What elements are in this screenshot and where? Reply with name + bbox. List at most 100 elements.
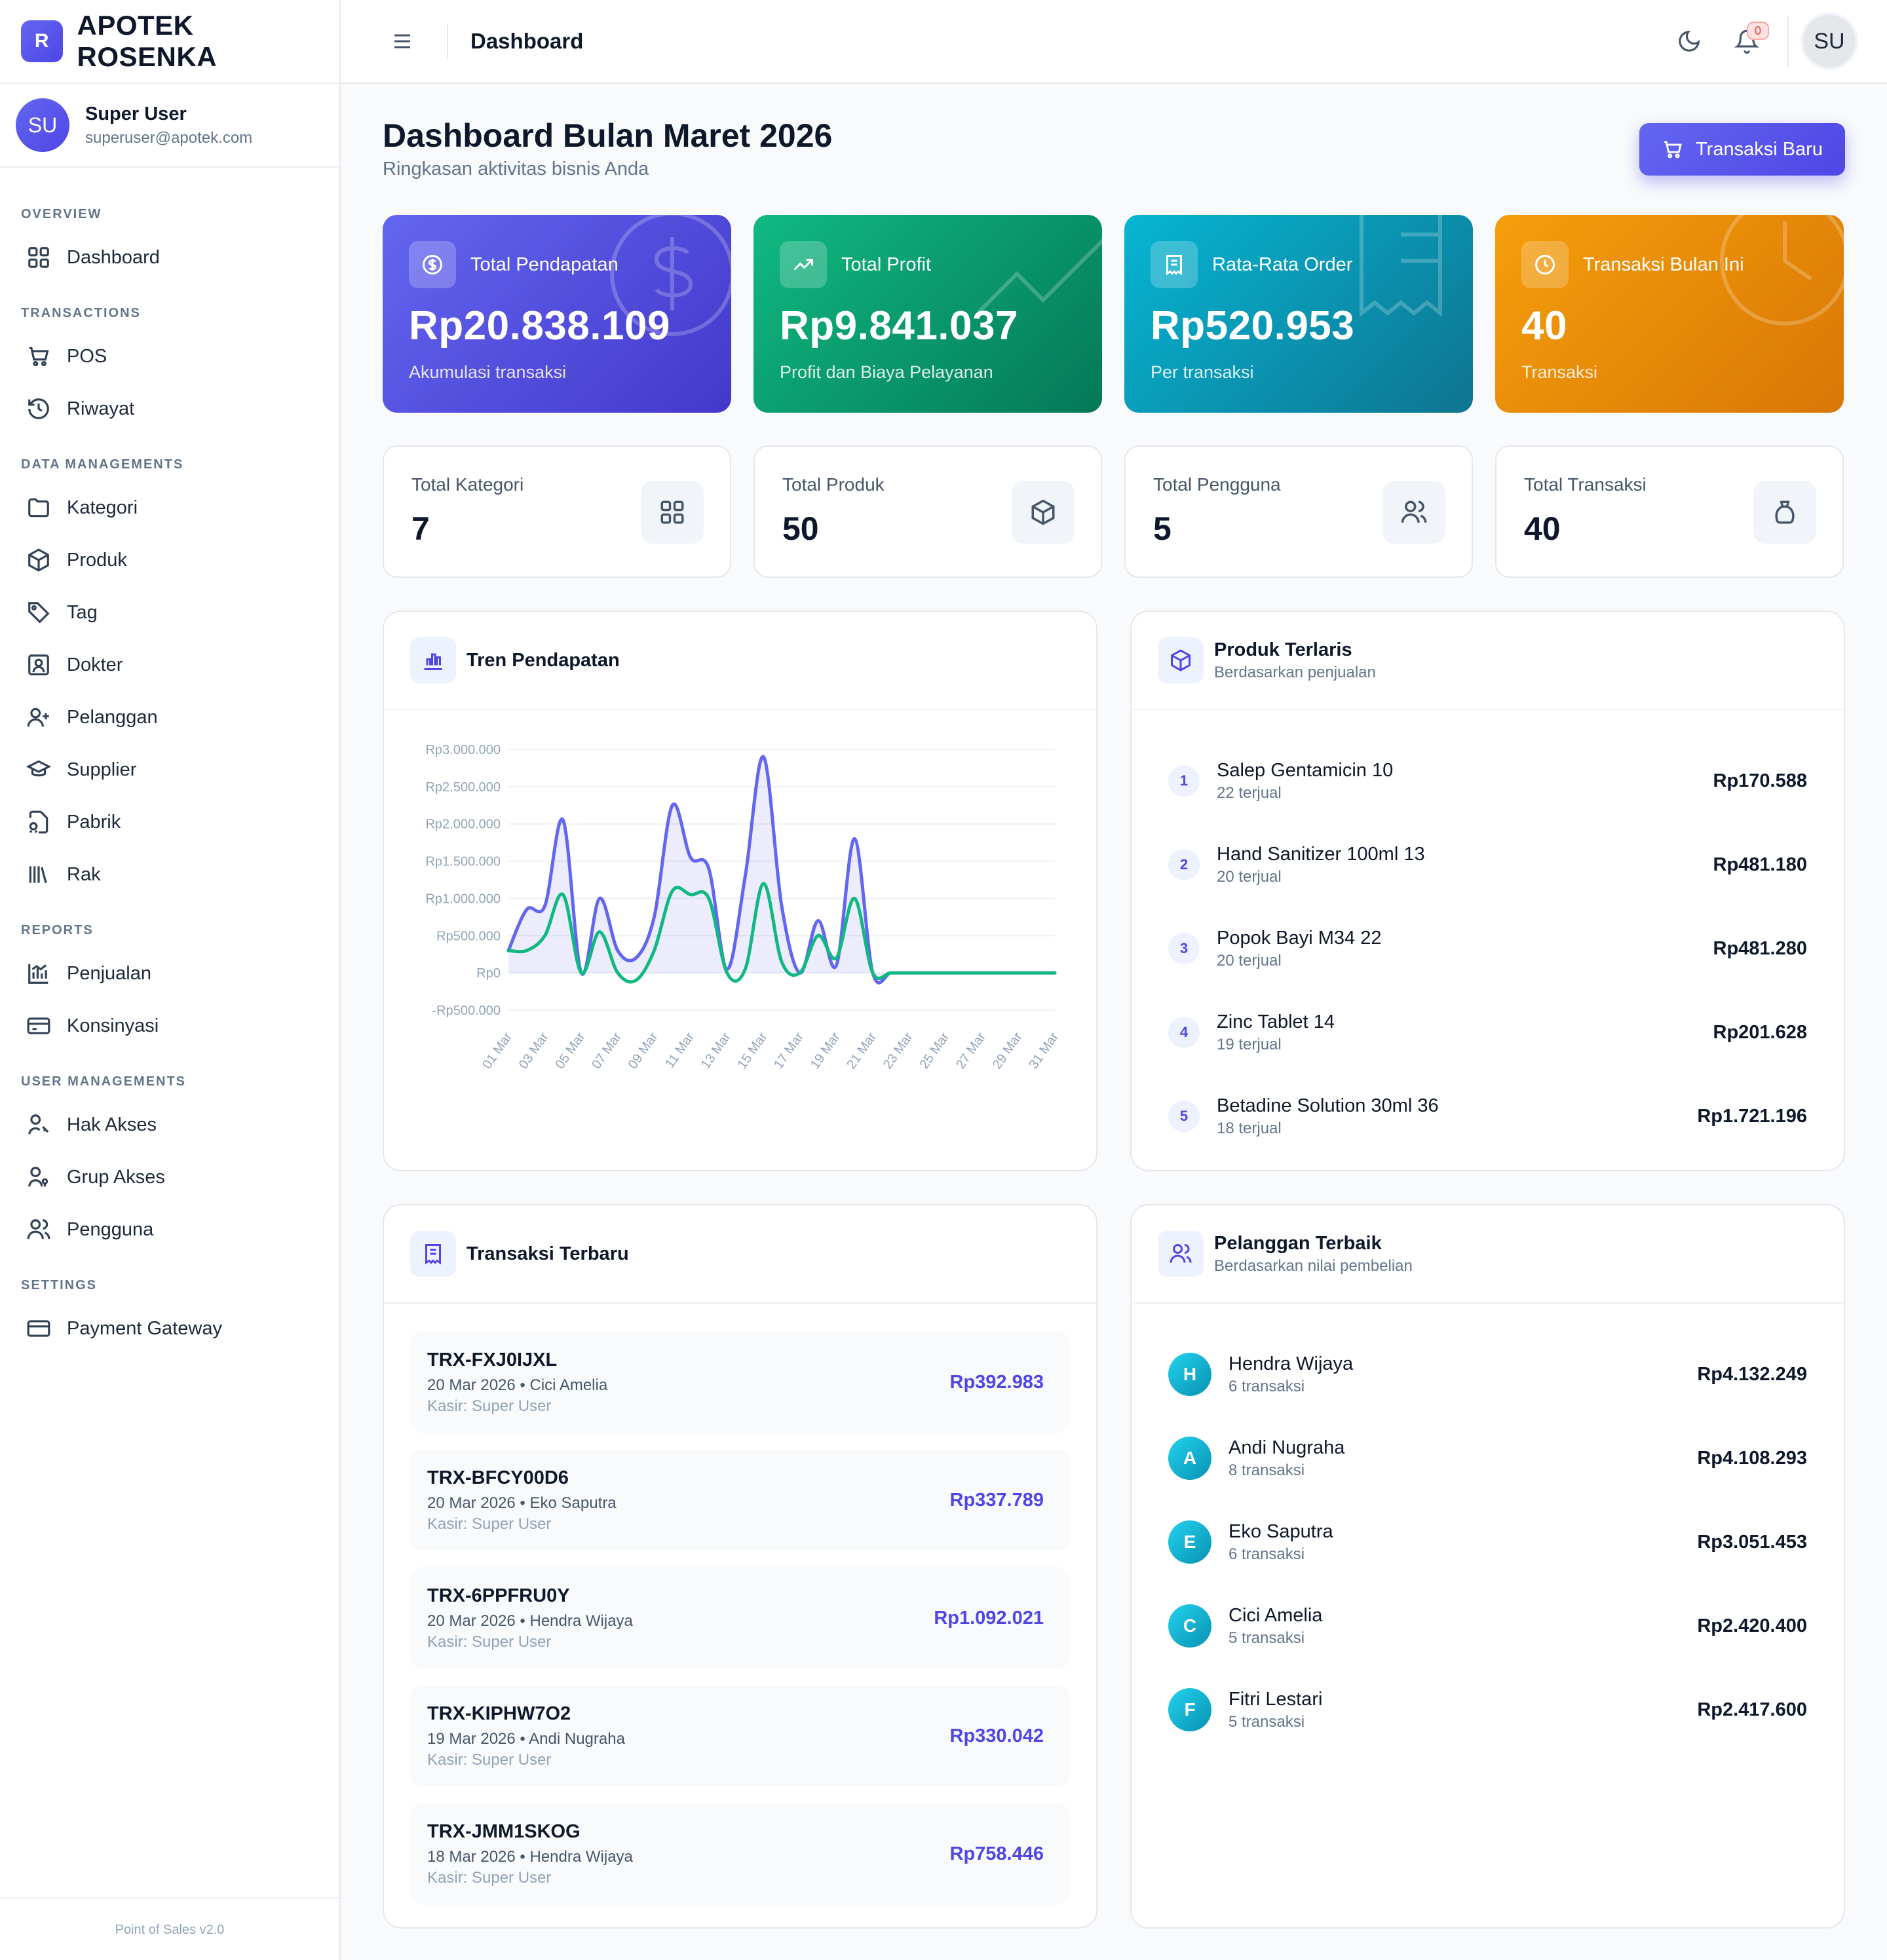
mini-stat-kategori: Total Kategori 7 <box>383 445 731 578</box>
menu-toggle-button[interactable] <box>383 22 422 61</box>
new-transaction-button[interactable]: Transaksi Baru <box>1639 123 1845 176</box>
sidebar-item-dokter[interactable]: Dokter <box>0 639 339 691</box>
transaction-row[interactable]: TRX-JMM1SKOG 18 Mar 2026 • Hendra Wijaya K… <box>410 1803 1070 1905</box>
recent-transactions-list: TRX-FXJ0IJXL 20 Mar 2026 • Cici Amelia Kas… <box>384 1304 1096 1905</box>
x-tick-label: 27 Mar <box>953 1030 989 1072</box>
list-item[interactable]: 2 Hand Sanitizer 100ml 13 20 terjual Rp48… <box>1168 823 1807 907</box>
sidebar-item-pos[interactable]: POS <box>0 330 339 383</box>
recent-transactions-panel: Transaksi Terbaru TRX-FXJ0IJXL 20 Mar 202… <box>383 1204 1097 1929</box>
sidebar-item-pengguna[interactable]: Pengguna <box>0 1203 339 1256</box>
sidebar-item-label: Penjualan <box>67 962 151 984</box>
receipt-bg-icon <box>1348 215 1473 339</box>
product-amount: Rp481.180 <box>1713 854 1808 875</box>
sidebar-item-payment-gateway[interactable]: Payment Gateway <box>0 1302 339 1355</box>
panel-title: Transaksi Terbaru <box>467 1243 629 1264</box>
product-name: Zinc Tablet 14 <box>1217 1011 1335 1032</box>
product-amount: Rp481.280 <box>1713 937 1808 959</box>
transaction-cashier: Kasir: Super User <box>427 1632 552 1651</box>
notification-button[interactable]: 0 <box>1727 22 1769 61</box>
sidebar-user[interactable]: SU Super User superuser@apotek.com <box>0 84 339 168</box>
user-group-key-icon <box>28 1167 48 1187</box>
transaction-amount: Rp758.446 <box>949 1843 1044 1864</box>
sidebar-item-kategori[interactable]: Kategori <box>0 481 339 534</box>
stat-card-rata-rata-order: Rata-Rata Order Rp520.953 Per transaksi <box>1124 215 1473 413</box>
revenue-chart: Rp3.000.000 Rp2.500.000 Rp2.000.000 Rp1.500… <box>384 710 1096 1169</box>
top-customers-list: H Hendra Wijaya 6 transaksi Rp4.132.249 A… <box>1132 1304 1844 1752</box>
sidebar-item-label: Rak <box>67 863 101 885</box>
sidebar-item-hak-akses[interactable]: Hak Akses <box>0 1099 339 1151</box>
y-tick-label: -Rp500.000 <box>432 1004 501 1018</box>
product-sold: 18 terjual <box>1217 1119 1282 1137</box>
history-icon <box>28 398 49 419</box>
list-item[interactable]: C Cici Amelia 5 transaksi Rp2.420.400 <box>1168 1584 1807 1668</box>
dollar-bg-icon <box>607 215 731 339</box>
sidebar-item-label: Riwayat <box>67 398 135 419</box>
brand[interactable]: R APOTEK ROSENKA <box>0 0 339 84</box>
list-item[interactable]: E Eko Saputra 6 transaksi Rp3.051.453 <box>1168 1500 1807 1584</box>
sidebar-item-rak[interactable]: Rak <box>0 848 339 901</box>
customer-avatar: A <box>1168 1437 1211 1480</box>
transaction-meta: 19 Mar 2026 • Andi Nugraha <box>427 1729 625 1748</box>
sidebar-item-supplier[interactable]: Supplier <box>0 744 339 796</box>
transaction-code: TRX-JMM1SKOG <box>427 1820 581 1842</box>
transaction-row[interactable]: TRX-BFCY00D6 20 Mar 2026 • Eko Saputra Kas… <box>410 1449 1070 1551</box>
stat-card-total-pendapatan: Total Pendapatan Rp20.838.109 Akumulasi … <box>383 215 731 413</box>
y-tick-label: Rp0 <box>476 966 501 981</box>
y-tick-label: Rp500.000 <box>436 929 501 943</box>
sidebar-item-label: POS <box>67 345 107 367</box>
divider <box>1787 16 1789 67</box>
sidebar-item-label: Dashboard <box>67 246 160 268</box>
sidebar-item-label: Pengguna <box>67 1218 154 1240</box>
box-icon <box>28 548 49 572</box>
user-avatar-button[interactable]: SU <box>1801 12 1858 70</box>
box-icon <box>1171 649 1191 671</box>
transaction-code: TRX-BFCY00D6 <box>427 1467 569 1488</box>
trending-up-icon <box>793 259 813 271</box>
product-amount: Rp1.721.196 <box>1697 1105 1807 1127</box>
divider <box>447 24 448 58</box>
doctor-icon <box>28 654 49 675</box>
tag-icon <box>28 602 50 624</box>
product-sold: 22 terjual <box>1217 783 1282 802</box>
list-item[interactable]: 4 Zinc Tablet 14 19 terjual Rp201.628 <box>1168 990 1807 1074</box>
list-item[interactable]: 3 Popok Bayi M34 22 20 terjual Rp481.280 <box>1168 907 1807 990</box>
list-item[interactable]: F Fitri Lestari 5 transaksi Rp2.417.600 <box>1168 1668 1807 1752</box>
sidebar-item-konsinyasi[interactable]: Konsinyasi <box>0 1000 339 1052</box>
list-item[interactable]: A Andi Nugraha 8 transaksi Rp4.108.293 <box>1168 1416 1807 1500</box>
avatar: SU <box>16 98 69 152</box>
folder-icon <box>28 498 49 518</box>
credit-card-icon <box>27 1320 50 1337</box>
list-item[interactable]: H Hendra Wijaya 6 transaksi Rp4.132.249 <box>1168 1332 1807 1416</box>
sidebar-item-grup-akses[interactable]: Grup Akses <box>0 1151 339 1203</box>
transaction-row[interactable]: TRX-6PPFRU0Y 20 Mar 2026 • Hendra Wijaya K… <box>410 1567 1070 1669</box>
x-tick-label: 01 Mar <box>480 1030 515 1072</box>
customer-name: Cici Amelia <box>1229 1604 1323 1626</box>
list-item[interactable]: 5 Betadine Solution 30ml 36 18 terjual Rp… <box>1168 1074 1807 1158</box>
customer-avatar: F <box>1168 1688 1211 1731</box>
product-name: Betadine Solution 30ml 36 <box>1217 1095 1439 1116</box>
top-customers-panel: Pelanggan Terbaik Berdasarkan nilai pemb… <box>1130 1204 1845 1929</box>
x-tick-label: 05 Mar <box>553 1030 588 1072</box>
x-tick-label: 25 Mar <box>917 1030 953 1072</box>
x-tick-label: 17 Mar <box>771 1030 807 1072</box>
clock-bg-icon <box>1719 215 1844 339</box>
list-item[interactable]: 1 Salep Gentamicin 10 22 terjual Rp170.58… <box>1168 739 1807 823</box>
transaction-code: TRX-FXJ0IJXL <box>427 1349 558 1370</box>
clock-icon <box>1535 255 1555 274</box>
sidebar-item-pabrik[interactable]: Pabrik <box>0 796 339 848</box>
mini-stat-transaksi: Total Transaksi 40 <box>1495 445 1844 578</box>
main-content: Dashboard Bulan Maret 2026 Ringkasan akt… <box>383 84 1845 1929</box>
sidebar-item-produk[interactable]: Produk <box>0 534 339 586</box>
transaction-row[interactable]: TRX-KIPHW7O2 19 Mar 2026 • Andi Nugraha Ka… <box>410 1685 1070 1787</box>
theme-toggle-button[interactable] <box>1669 22 1709 61</box>
customer-amount: Rp3.051.453 <box>1697 1531 1807 1553</box>
sidebar-item-penjualan[interactable]: Penjualan <box>0 947 339 1000</box>
sidebar-item-label: Tag <box>67 601 98 623</box>
sidebar-item-pelanggan[interactable]: Pelanggan <box>0 691 339 744</box>
sidebar-item-tag[interactable]: Tag <box>0 586 339 639</box>
sidebar-item-label: Hak Akses <box>67 1114 157 1135</box>
sidebar-item-riwayat[interactable]: Riwayat <box>0 383 339 435</box>
transaction-row[interactable]: TRX-FXJ0IJXL 20 Mar 2026 • Cici Amelia Kas… <box>410 1331 1070 1433</box>
nav-section-users: USER MANAGEMENTS <box>21 1074 187 1089</box>
sidebar-item-dashboard[interactable]: Dashboard <box>0 231 339 284</box>
